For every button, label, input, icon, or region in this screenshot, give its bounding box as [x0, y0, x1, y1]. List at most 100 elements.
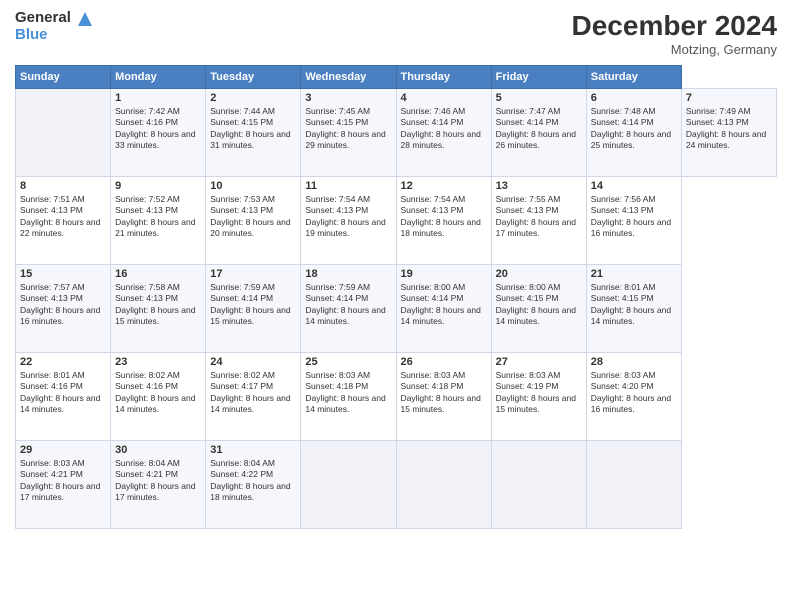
- daylight-label: Daylight: 8 hours and 26 minutes.: [496, 129, 576, 150]
- table-row: [491, 441, 586, 529]
- sunrise-label: Sunrise: 8:03 AM: [496, 370, 561, 380]
- daylight-label: Daylight: 8 hours and 15 minutes.: [496, 393, 576, 414]
- day-info: Sunrise: 7:56 AM Sunset: 4:13 PM Dayligh…: [591, 194, 677, 240]
- daylight-label: Daylight: 8 hours and 17 minutes.: [115, 481, 195, 502]
- sunrise-label: Sunrise: 7:52 AM: [115, 194, 180, 204]
- day-number: 14: [591, 180, 677, 192]
- table-row: [396, 441, 491, 529]
- sunset-label: Sunset: 4:14 PM: [210, 293, 273, 303]
- table-row: [301, 441, 396, 529]
- day-info: Sunrise: 8:02 AM Sunset: 4:16 PM Dayligh…: [115, 370, 201, 416]
- sunset-label: Sunset: 4:13 PM: [401, 205, 464, 215]
- sunrise-label: Sunrise: 8:01 AM: [20, 370, 85, 380]
- daylight-label: Daylight: 8 hours and 24 minutes.: [686, 129, 766, 150]
- sunset-label: Sunset: 4:13 PM: [686, 117, 749, 127]
- sunrise-label: Sunrise: 8:02 AM: [210, 370, 275, 380]
- day-info: Sunrise: 7:45 AM Sunset: 4:15 PM Dayligh…: [305, 106, 391, 152]
- day-info: Sunrise: 8:03 AM Sunset: 4:20 PM Dayligh…: [591, 370, 677, 416]
- table-row: [586, 441, 681, 529]
- sunrise-label: Sunrise: 8:03 AM: [20, 458, 85, 468]
- table-row: 10 Sunrise: 7:53 AM Sunset: 4:13 PM Dayl…: [206, 177, 301, 265]
- day-number: 23: [115, 356, 201, 368]
- day-number: 12: [401, 180, 487, 192]
- header-friday: Friday: [491, 66, 586, 89]
- table-row: 2 Sunrise: 7:44 AM Sunset: 4:15 PM Dayli…: [206, 89, 301, 177]
- sunset-label: Sunset: 4:17 PM: [210, 381, 273, 391]
- table-row: 15 Sunrise: 7:57 AM Sunset: 4:13 PM Dayl…: [16, 265, 111, 353]
- day-number: 18: [305, 268, 391, 280]
- day-number: 2: [210, 92, 296, 104]
- day-info: Sunrise: 7:59 AM Sunset: 4:14 PM Dayligh…: [305, 282, 391, 328]
- header-saturday: Saturday: [586, 66, 681, 89]
- day-info: Sunrise: 7:47 AM Sunset: 4:14 PM Dayligh…: [496, 106, 582, 152]
- day-number: 13: [496, 180, 582, 192]
- day-number: 17: [210, 268, 296, 280]
- logo-blue-text: Blue: [15, 27, 71, 44]
- sunset-label: Sunset: 4:15 PM: [210, 117, 273, 127]
- table-row: 21 Sunrise: 8:01 AM Sunset: 4:15 PM Dayl…: [586, 265, 681, 353]
- sunrise-label: Sunrise: 7:54 AM: [401, 194, 466, 204]
- day-number: 6: [591, 92, 677, 104]
- day-info: Sunrise: 8:01 AM Sunset: 4:15 PM Dayligh…: [591, 282, 677, 328]
- sunset-label: Sunset: 4:16 PM: [20, 381, 83, 391]
- table-row: 18 Sunrise: 7:59 AM Sunset: 4:14 PM Dayl…: [301, 265, 396, 353]
- sunset-label: Sunset: 4:13 PM: [115, 293, 178, 303]
- sunrise-label: Sunrise: 8:04 AM: [115, 458, 180, 468]
- sunset-label: Sunset: 4:16 PM: [115, 117, 178, 127]
- table-row: 29 Sunrise: 8:03 AM Sunset: 4:21 PM Dayl…: [16, 441, 111, 529]
- day-info: Sunrise: 8:03 AM Sunset: 4:21 PM Dayligh…: [20, 458, 106, 504]
- daylight-label: Daylight: 8 hours and 15 minutes.: [401, 393, 481, 414]
- table-row: 1 Sunrise: 7:42 AM Sunset: 4:16 PM Dayli…: [111, 89, 206, 177]
- table-row: 17 Sunrise: 7:59 AM Sunset: 4:14 PM Dayl…: [206, 265, 301, 353]
- table-row: 25 Sunrise: 8:03 AM Sunset: 4:18 PM Dayl…: [301, 353, 396, 441]
- day-info: Sunrise: 7:46 AM Sunset: 4:14 PM Dayligh…: [401, 106, 487, 152]
- calendar-table: Sunday Monday Tuesday Wednesday Thursday…: [15, 65, 777, 529]
- logo: General Blue: [15, 10, 96, 43]
- daylight-label: Daylight: 8 hours and 16 minutes.: [591, 217, 671, 238]
- sunrise-label: Sunrise: 7:57 AM: [20, 282, 85, 292]
- sunset-label: Sunset: 4:13 PM: [115, 205, 178, 215]
- calendar-week-3: 15 Sunrise: 7:57 AM Sunset: 4:13 PM Dayl…: [16, 265, 777, 353]
- calendar-week-5: 29 Sunrise: 8:03 AM Sunset: 4:21 PM Dayl…: [16, 441, 777, 529]
- day-info: Sunrise: 7:59 AM Sunset: 4:14 PM Dayligh…: [210, 282, 296, 328]
- daylight-label: Daylight: 8 hours and 16 minutes.: [20, 305, 100, 326]
- sunset-label: Sunset: 4:13 PM: [210, 205, 273, 215]
- table-row: 20 Sunrise: 8:00 AM Sunset: 4:15 PM Dayl…: [491, 265, 586, 353]
- day-info: Sunrise: 7:52 AM Sunset: 4:13 PM Dayligh…: [115, 194, 201, 240]
- sunrise-label: Sunrise: 7:47 AM: [496, 106, 561, 116]
- day-number: 7: [686, 92, 772, 104]
- logo-arrow-icon: [74, 8, 96, 35]
- daylight-label: Daylight: 8 hours and 31 minutes.: [210, 129, 290, 150]
- day-info: Sunrise: 7:54 AM Sunset: 4:13 PM Dayligh…: [305, 194, 391, 240]
- daylight-label: Daylight: 8 hours and 15 minutes.: [210, 305, 290, 326]
- sunset-label: Sunset: 4:14 PM: [401, 293, 464, 303]
- table-row: 22 Sunrise: 8:01 AM Sunset: 4:16 PM Dayl…: [16, 353, 111, 441]
- day-number: 20: [496, 268, 582, 280]
- table-row: 30 Sunrise: 8:04 AM Sunset: 4:21 PM Dayl…: [111, 441, 206, 529]
- location-label: Motzing, Germany: [572, 42, 777, 57]
- daylight-label: Daylight: 8 hours and 33 minutes.: [115, 129, 195, 150]
- header-monday: Monday: [111, 66, 206, 89]
- sunset-label: Sunset: 4:19 PM: [496, 381, 559, 391]
- table-row: 6 Sunrise: 7:48 AM Sunset: 4:14 PM Dayli…: [586, 89, 681, 177]
- day-info: Sunrise: 7:49 AM Sunset: 4:13 PM Dayligh…: [686, 106, 772, 152]
- sunrise-label: Sunrise: 7:56 AM: [591, 194, 656, 204]
- daylight-label: Daylight: 8 hours and 17 minutes.: [496, 217, 576, 238]
- daylight-label: Daylight: 8 hours and 14 minutes.: [305, 305, 385, 326]
- day-number: 30: [115, 444, 201, 456]
- sunset-label: Sunset: 4:15 PM: [305, 117, 368, 127]
- daylight-label: Daylight: 8 hours and 29 minutes.: [305, 129, 385, 150]
- daylight-label: Daylight: 8 hours and 14 minutes.: [210, 393, 290, 414]
- day-info: Sunrise: 7:58 AM Sunset: 4:13 PM Dayligh…: [115, 282, 201, 328]
- table-row: 5 Sunrise: 7:47 AM Sunset: 4:14 PM Dayli…: [491, 89, 586, 177]
- sunset-label: Sunset: 4:16 PM: [115, 381, 178, 391]
- day-info: Sunrise: 8:01 AM Sunset: 4:16 PM Dayligh…: [20, 370, 106, 416]
- page-header: General Blue December 2024 Motzing, Germ…: [15, 10, 777, 57]
- sunset-label: Sunset: 4:13 PM: [20, 205, 83, 215]
- daylight-label: Daylight: 8 hours and 14 minutes.: [591, 305, 671, 326]
- daylight-label: Daylight: 8 hours and 18 minutes.: [401, 217, 481, 238]
- sunrise-label: Sunrise: 8:01 AM: [591, 282, 656, 292]
- calendar-week-1: 1 Sunrise: 7:42 AM Sunset: 4:16 PM Dayli…: [16, 89, 777, 177]
- table-row: 7 Sunrise: 7:49 AM Sunset: 4:13 PM Dayli…: [681, 89, 776, 177]
- sunset-label: Sunset: 4:14 PM: [305, 293, 368, 303]
